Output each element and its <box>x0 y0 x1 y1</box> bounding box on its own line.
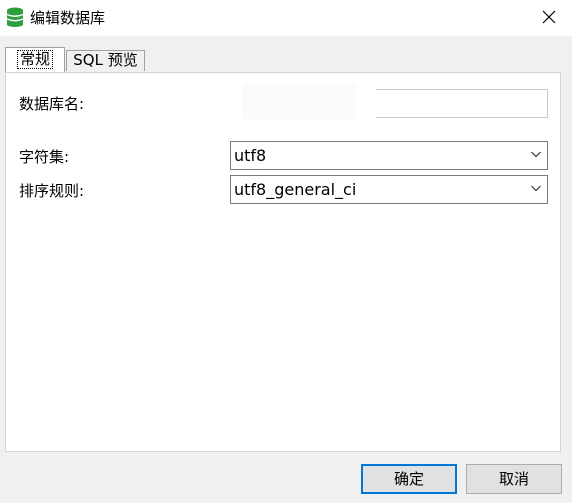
charset-value: utf8 <box>234 146 267 165</box>
charset-label: 字符集: <box>19 148 70 166</box>
tab-sql-preview[interactable]: SQL 预览 <box>66 50 145 71</box>
chevron-down-icon <box>531 185 541 192</box>
dialog-body: 常规 SQL 预览 数据库名: 字符集: utf8 排序规则: utf8_gen… <box>0 36 572 503</box>
ok-button[interactable]: 确定 <box>361 464 457 494</box>
redacted-region-inner <box>242 83 356 119</box>
charset-select[interactable]: utf8 <box>230 141 548 170</box>
title-bar: 编辑数据库 <box>0 0 572 36</box>
general-panel: 数据库名: 字符集: utf8 排序规则: utf8_general_ci <box>5 72 561 452</box>
collation-value: utf8_general_ci <box>234 180 357 199</box>
db-name-label: 数据库名: <box>19 95 85 113</box>
chevron-down-icon <box>531 151 541 158</box>
tab-sql-preview-label: SQL 预览 <box>73 51 138 69</box>
cancel-button[interactable]: 取消 <box>466 464 562 494</box>
tab-general[interactable]: 常规 <box>5 47 65 72</box>
tab-general-label: 常规 <box>16 50 53 69</box>
close-icon <box>542 10 556 24</box>
window-title: 编辑数据库 <box>30 9 106 27</box>
collation-select[interactable]: utf8_general_ci <box>230 175 548 204</box>
collation-label: 排序规则: <box>19 182 85 200</box>
database-icon <box>6 7 24 27</box>
close-button[interactable] <box>536 4 562 30</box>
